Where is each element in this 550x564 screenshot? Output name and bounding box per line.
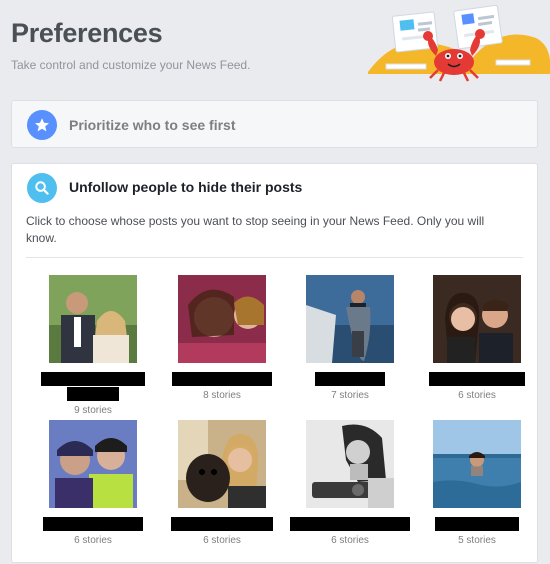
person-tile[interactable]: 5 stories bbox=[412, 420, 542, 546]
person-tile[interactable]: 6 stories bbox=[412, 275, 542, 401]
redacted-name bbox=[290, 517, 410, 531]
story-count: 6 stories bbox=[74, 535, 112, 546]
star-icon bbox=[27, 110, 57, 140]
story-count: 5 stories bbox=[458, 535, 496, 546]
redacted-name bbox=[41, 372, 145, 386]
person-tile[interactable]: 6 stories bbox=[157, 420, 287, 546]
person-tile[interactable]: 8 stories bbox=[157, 275, 287, 401]
person-tile[interactable]: 7 stories bbox=[285, 275, 415, 401]
crab-illustration bbox=[368, 4, 550, 82]
page-subtitle: Take control and customize your News Fee… bbox=[11, 58, 251, 72]
profile-photo bbox=[49, 420, 137, 508]
redacted-name bbox=[43, 517, 143, 531]
person-tile[interactable]: 9 stories bbox=[28, 275, 158, 416]
profile-photo bbox=[433, 275, 521, 363]
preferences-header: Preferences Take control and customize y… bbox=[0, 0, 550, 100]
people-grid: 9 stories 8 stories 7 stories 6 stories … bbox=[12, 164, 539, 564]
redacted-name bbox=[429, 372, 525, 386]
redacted-name bbox=[315, 372, 385, 386]
profile-photo bbox=[178, 275, 266, 363]
story-count: 6 stories bbox=[331, 535, 369, 546]
redacted-name bbox=[172, 372, 272, 386]
story-count: 6 stories bbox=[458, 390, 496, 401]
story-count: 6 stories bbox=[203, 535, 241, 546]
story-count: 9 stories bbox=[74, 405, 112, 416]
profile-photo bbox=[306, 420, 394, 508]
profile-photo bbox=[49, 275, 137, 363]
profile-photo bbox=[433, 420, 521, 508]
unfollow-card: Unfollow people to hide their posts Clic… bbox=[11, 163, 538, 563]
person-tile[interactable]: 6 stories bbox=[28, 420, 158, 546]
prioritize-card[interactable]: Prioritize who to see first bbox=[11, 100, 538, 148]
story-count: 7 stories bbox=[331, 390, 369, 401]
profile-photo bbox=[178, 420, 266, 508]
page-title: Preferences bbox=[11, 18, 163, 48]
redacted-name bbox=[435, 517, 519, 531]
person-tile[interactable]: 6 stories bbox=[285, 420, 415, 546]
redacted-name bbox=[67, 387, 119, 401]
redacted-name bbox=[171, 517, 273, 531]
prioritize-label: Prioritize who to see first bbox=[69, 117, 236, 133]
profile-photo bbox=[306, 275, 394, 363]
story-count: 8 stories bbox=[203, 390, 241, 401]
